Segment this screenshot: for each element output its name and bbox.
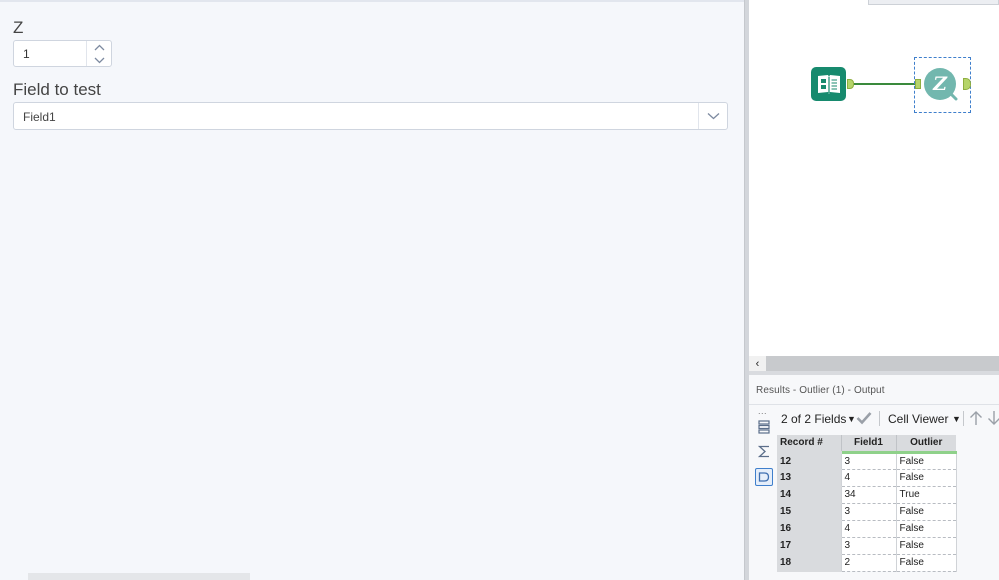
- input-data-tool[interactable]: [811, 67, 846, 101]
- field-to-test-select[interactable]: Field1: [13, 102, 728, 130]
- table-row[interactable]: 12 3 False: [777, 452, 957, 470]
- results-table: Record # Field1 Outlier 12 3 False 13 4 …: [777, 435, 957, 572]
- workflow-canvas[interactable]: Z: [749, 0, 999, 356]
- field-to-test-label: Field to test: [13, 80, 101, 99]
- table-row[interactable]: 16 4 False: [777, 520, 957, 538]
- results-horizontal-scrollbar[interactable]: [28, 573, 250, 580]
- cell-viewer-selector[interactable]: Cell Viewer: [888, 412, 948, 426]
- z-input[interactable]: [14, 41, 86, 66]
- sigma-icon: [758, 445, 769, 457]
- record-number-cell: 13: [777, 469, 842, 487]
- field-dropdown-button[interactable]: [698, 103, 727, 129]
- magnifier-handle-icon: [946, 89, 958, 101]
- data-view-button[interactable]: [755, 468, 773, 486]
- field1-cell[interactable]: 34: [841, 486, 897, 504]
- metadata-view-button[interactable]: [755, 418, 773, 436]
- outlier-cell[interactable]: False: [896, 503, 957, 521]
- increment-button[interactable]: [87, 41, 112, 53]
- record-number-cell: 14: [777, 486, 842, 504]
- chevron-down-icon: [707, 113, 719, 120]
- chevron-left-icon: ‹: [755, 357, 760, 370]
- outlier-output-anchor[interactable]: [963, 78, 971, 90]
- caret-down-icon[interactable]: ▼: [952, 414, 961, 424]
- table-row[interactable]: 13 4 False: [777, 469, 957, 487]
- summary-view-button[interactable]: [755, 442, 773, 460]
- table-row[interactable]: 15 3 False: [777, 503, 957, 521]
- record-number-cell: 18: [777, 554, 842, 572]
- input-output-anchor[interactable]: [847, 79, 854, 89]
- record-number-cell: 16: [777, 520, 842, 538]
- data-icon: [758, 472, 770, 482]
- outlier-cell[interactable]: False: [896, 469, 957, 487]
- outlier-cell[interactable]: True: [896, 486, 957, 504]
- outlier-cell[interactable]: False: [896, 537, 957, 555]
- results-toolbar: 2 of 2 Fields ▼ Cell Viewer ▼: [777, 410, 999, 428]
- field1-cell[interactable]: 3: [841, 452, 897, 470]
- column-header-field1[interactable]: Field1: [840, 435, 896, 454]
- record-number-cell: 12: [777, 452, 842, 470]
- connection-line[interactable]: [854, 83, 917, 85]
- table-header-row: Record # Field1 Outlier: [777, 435, 956, 454]
- table-row[interactable]: 14 34 True: [777, 486, 957, 504]
- table-row[interactable]: 18 2 False: [777, 554, 957, 572]
- field1-cell[interactable]: 3: [841, 503, 897, 521]
- column-header-outlier[interactable]: Outlier: [895, 435, 956, 454]
- results-title: Results - Outlier (1) - Output: [756, 385, 885, 396]
- fields-selector[interactable]: 2 of 2 Fields: [781, 412, 846, 426]
- decrement-button[interactable]: [87, 54, 112, 66]
- column-header-record[interactable]: Record #: [777, 435, 841, 454]
- outlier-input-anchor[interactable]: [915, 79, 921, 89]
- check-icon[interactable]: [856, 411, 872, 428]
- outlier-cell[interactable]: False: [896, 520, 957, 538]
- arrow-up-icon[interactable]: [969, 410, 983, 429]
- z-label: Z: [13, 18, 24, 37]
- toolbar-separator: [879, 411, 880, 426]
- chevron-up-icon: [94, 44, 105, 50]
- configuration-panel: Z Field to test Field1: [0, 0, 744, 580]
- field-to-test-value: Field1: [23, 110, 56, 124]
- field1-cell[interactable]: 4: [841, 469, 897, 487]
- z-spinner-arrows: [86, 41, 111, 66]
- toolbar-separator: [963, 411, 964, 426]
- results-panel: Results - Outlier (1) - Output ... 2 of …: [749, 375, 999, 580]
- results-grip: ...: [758, 406, 768, 416]
- outlier-cell[interactable]: False: [896, 452, 957, 470]
- caret-down-icon[interactable]: ▼: [847, 414, 856, 424]
- table-row[interactable]: 17 3 False: [777, 537, 957, 555]
- metadata-icon: [758, 420, 770, 434]
- canvas-top-tab: [868, 0, 999, 5]
- arrow-down-icon[interactable]: [987, 410, 999, 429]
- outlier-tool[interactable]: Z: [924, 68, 958, 101]
- z-spinner[interactable]: [13, 40, 112, 67]
- record-number-cell: 17: [777, 537, 842, 555]
- record-number-cell: 15: [777, 503, 842, 521]
- field1-cell[interactable]: 2: [841, 554, 897, 572]
- outlier-cell[interactable]: False: [896, 554, 957, 572]
- chevron-down-icon: [94, 57, 105, 63]
- book-icon: [817, 75, 840, 94]
- field1-cell[interactable]: 3: [841, 537, 897, 555]
- canvas-horizontal-scrollbar[interactable]: ‹: [749, 356, 999, 371]
- field1-cell[interactable]: 4: [841, 520, 897, 538]
- z-magnifier-icon: Z: [933, 73, 947, 95]
- results-divider: [749, 404, 999, 405]
- scroll-left-button[interactable]: ‹: [749, 356, 766, 371]
